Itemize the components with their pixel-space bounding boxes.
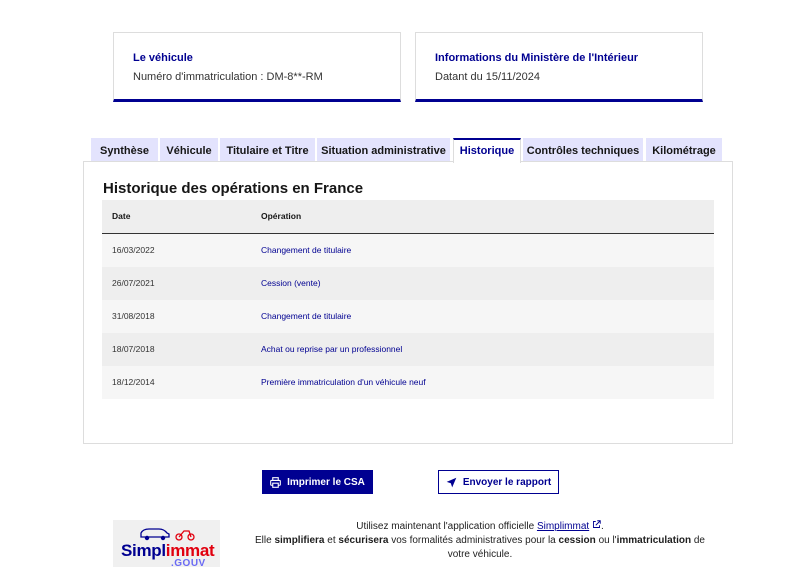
table-header: Date Opération [102, 200, 714, 234]
row-date: 18/07/2018 [112, 344, 155, 354]
tab-situation-administrative[interactable]: Situation administrative [317, 138, 450, 162]
row-operation: Changement de titulaire [261, 245, 352, 255]
printer-icon [270, 476, 281, 488]
simplimmat-logo: Simplimmat .GOUV [113, 520, 220, 567]
column-header-operation: Opération [261, 211, 302, 221]
row-operation: Achat ou reprise par un professionnel [261, 344, 403, 354]
column-header-date: Date [112, 211, 131, 221]
external-link-icon [592, 520, 601, 532]
registration-number: Numéro d'immatriculation : DM-8**-RM [133, 71, 323, 83]
ministry-card-title: Informations du Ministère de l'Intérieur [435, 52, 639, 64]
tab-kilometrage[interactable]: Kilométrage [646, 138, 722, 162]
vehicle-card-title: Le véhicule [133, 52, 193, 64]
table-row: 16/03/2022 Changement de titulaire [102, 234, 714, 267]
row-date: 31/08/2018 [112, 311, 155, 321]
table-row: 31/08/2018 Changement de titulaire [102, 300, 714, 333]
tab-vehicule[interactable]: Véhicule [160, 138, 218, 162]
car-moto-icon [140, 528, 195, 541]
simplimmat-link[interactable]: Simplimmat [537, 521, 589, 532]
row-operation: Première immatriculation d'un véhicule n… [261, 377, 426, 387]
history-title: Historique des opérations en France [103, 180, 364, 197]
send-report-button[interactable]: Envoyer le rapport [438, 470, 559, 494]
tab-synthese[interactable]: Synthèse [91, 138, 158, 162]
table-row: 18/12/2014 Première immatriculation d'un… [102, 366, 714, 399]
send-report-label: Envoyer le rapport [462, 476, 552, 488]
print-csa-label: Imprimer le CSA [287, 476, 365, 488]
row-operation: Changement de titulaire [261, 311, 352, 321]
history-panel: Historique des opérations en France Date… [83, 161, 733, 444]
table-row: 18/07/2018 Achat ou reprise par un profe… [102, 333, 714, 366]
send-icon [446, 477, 457, 488]
history-table: Date Opération 16/03/2022 Changement de … [102, 200, 714, 399]
vehicle-card: Le véhicule Numéro d'immatriculation : D… [113, 32, 401, 102]
table-body: 16/03/2022 Changement de titulaire 26/07… [102, 234, 714, 399]
row-date: 18/12/2014 [112, 377, 155, 387]
tab-titulaire-titre[interactable]: Titulaire et Titre [220, 138, 315, 162]
ministry-card: Informations du Ministère de l'Intérieur… [415, 32, 703, 102]
row-date: 16/03/2022 [112, 245, 155, 255]
table-row: 26/07/2021 Cession (vente) [102, 267, 714, 300]
simplimmat-promo: Utilisez maintenant l'application offici… [255, 520, 705, 560]
ministry-date: Datant du 15/11/2024 [435, 71, 540, 83]
row-operation: Cession (vente) [261, 278, 321, 288]
row-date: 26/07/2021 [112, 278, 155, 288]
tab-controles-techniques[interactable]: Contrôles techniques [523, 138, 643, 162]
tab-historique[interactable]: Historique [453, 138, 521, 163]
print-csa-button[interactable]: Imprimer le CSA [262, 470, 373, 494]
